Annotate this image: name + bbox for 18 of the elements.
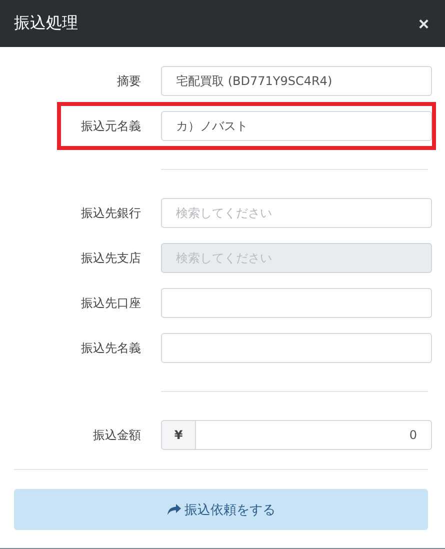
amount-field[interactable]: 0 xyxy=(196,420,432,450)
field-label: 振込先支店 xyxy=(80,250,142,266)
text-field[interactable] xyxy=(161,333,432,363)
field-label: 振込先口座 xyxy=(80,294,142,312)
field-label: 振込先名義 xyxy=(80,340,142,356)
field-label: 振込金額 xyxy=(92,426,142,444)
text-field[interactable]: カ）ノバスト xyxy=(161,111,432,141)
text-field[interactable] xyxy=(161,288,432,318)
text-field[interactable]: 宅配買取 (BD771Y9SC4R4) xyxy=(161,66,432,96)
field-label: 摘要 xyxy=(116,72,142,90)
currency-prefix: ¥ xyxy=(161,420,196,450)
close-button[interactable]: × xyxy=(418,14,429,32)
field-label: 振込元名義 xyxy=(80,118,142,134)
share-arrow-icon xyxy=(166,504,180,516)
text-field[interactable]: 検索してください xyxy=(161,198,432,228)
field-label: 振込先銀行 xyxy=(80,204,142,222)
dialog-title: 振込処理 xyxy=(14,13,78,34)
submit-button[interactable]: 振込依頼をする xyxy=(14,489,428,530)
